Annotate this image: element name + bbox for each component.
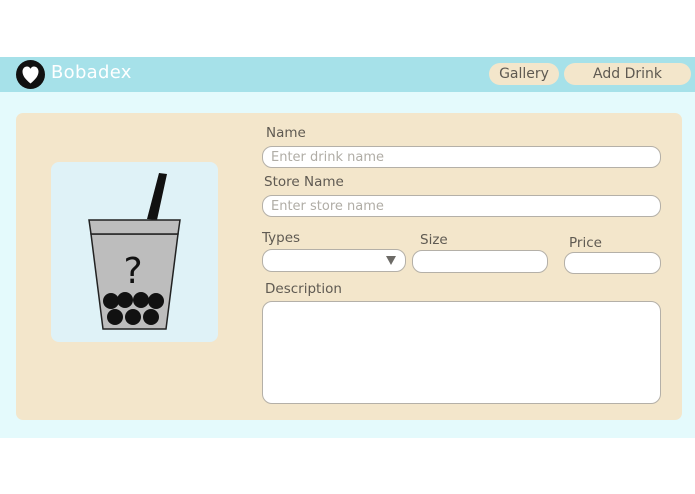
- heart-logo-icon[interactable]: [16, 60, 45, 89]
- name-label: Name: [266, 125, 306, 141]
- add-drink-button[interactable]: Add Drink: [564, 63, 691, 85]
- brand-name[interactable]: Bobadex: [51, 62, 132, 83]
- size-input[interactable]: [412, 250, 548, 273]
- description-textarea[interactable]: [262, 301, 661, 404]
- types-select[interactable]: [262, 249, 406, 272]
- price-input[interactable]: [564, 252, 661, 274]
- store-name-label: Store Name: [264, 174, 344, 190]
- size-label: Size: [420, 232, 448, 248]
- boba-cup-icon: ?: [88, 173, 181, 330]
- app-header: Bobadex Gallery Add Drink: [0, 57, 695, 92]
- description-label: Description: [265, 281, 342, 297]
- drink-image-placeholder[interactable]: ?: [51, 162, 218, 342]
- store-name-input[interactable]: [262, 195, 661, 217]
- dropdown-arrow-icon[interactable]: [386, 256, 396, 265]
- gallery-button[interactable]: Gallery: [489, 63, 559, 85]
- question-mark-icon: ?: [123, 251, 142, 292]
- types-label: Types: [262, 230, 301, 246]
- price-label: Price: [569, 235, 602, 251]
- drink-name-input[interactable]: [262, 146, 661, 168]
